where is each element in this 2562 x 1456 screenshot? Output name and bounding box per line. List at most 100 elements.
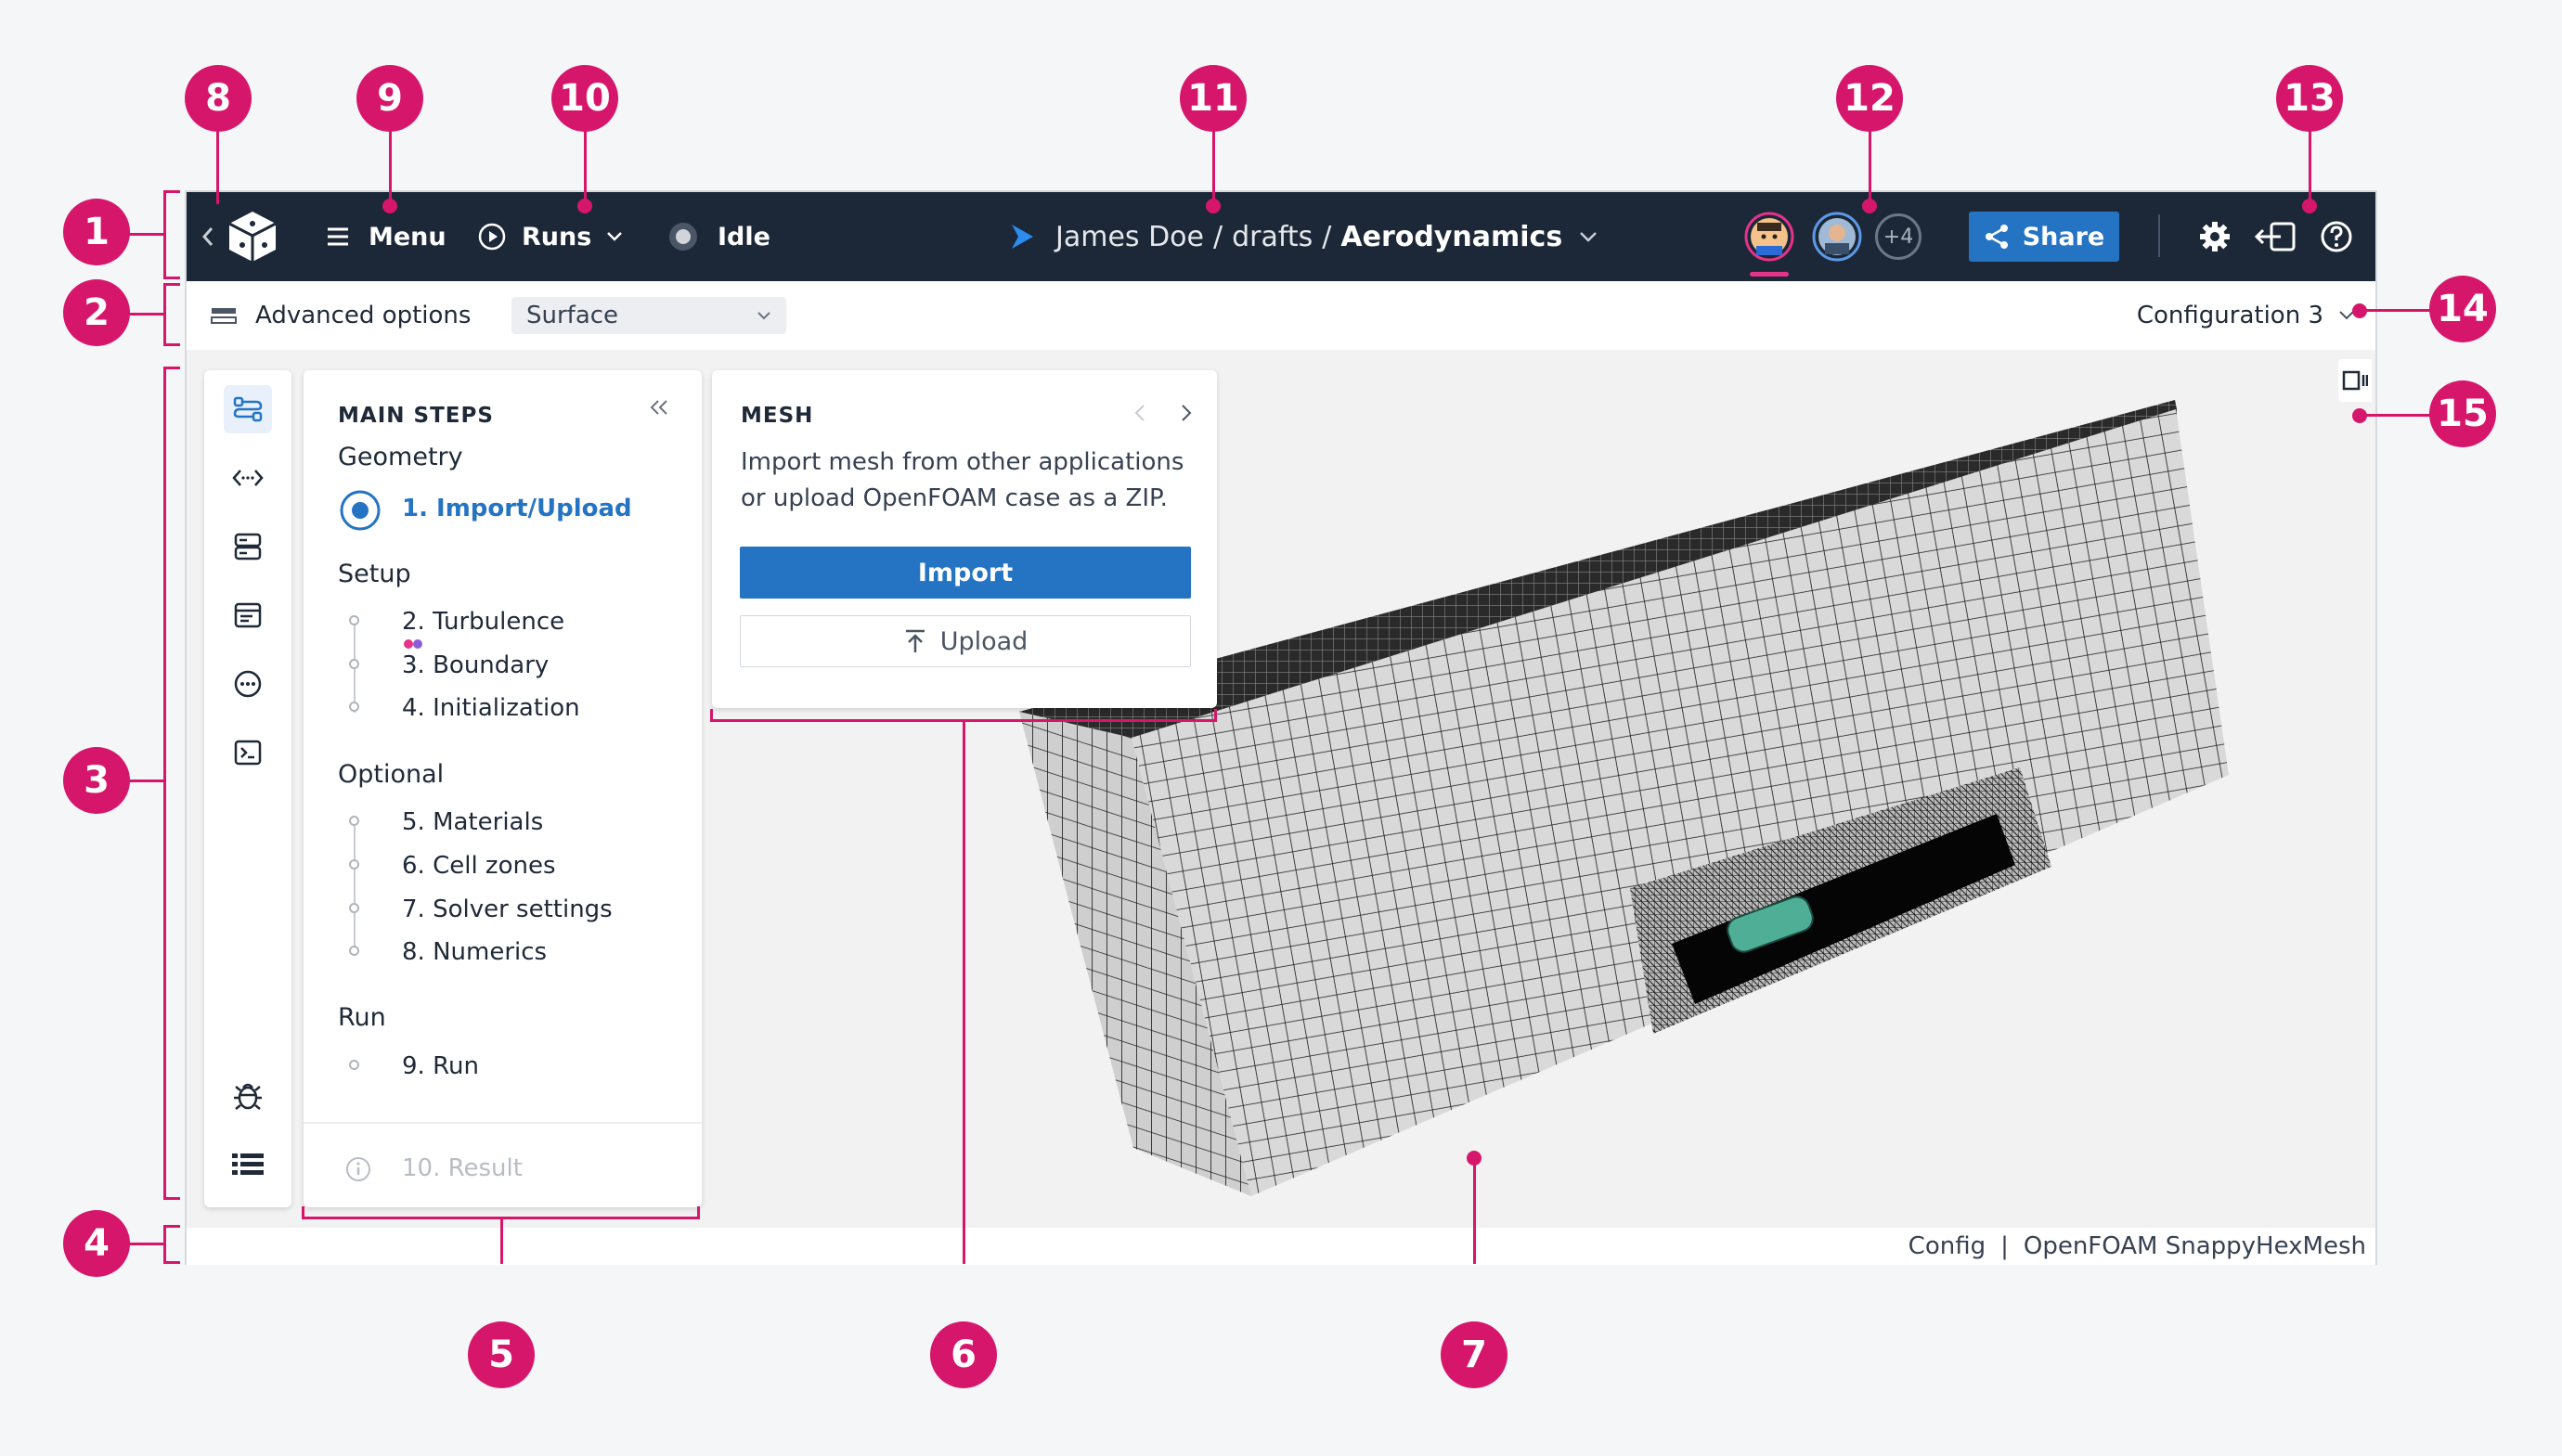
rail-sliders-button[interactable] xyxy=(224,660,272,708)
back-button[interactable] xyxy=(201,192,214,281)
status-separator: | xyxy=(2000,1232,2009,1260)
marker-dot-10 xyxy=(577,199,592,213)
step-boundary[interactable]: 3. Boundary xyxy=(402,651,549,679)
more-users-badge[interactable]: +4 xyxy=(1875,192,1922,281)
help-button[interactable] xyxy=(2320,192,2353,281)
top-bar: Menu Runs Idle James Doe / drafts / Aero… xyxy=(187,192,2375,281)
callout-9: 9 xyxy=(356,65,423,132)
menu-label: Menu xyxy=(369,222,446,251)
status-config[interactable]: Config xyxy=(1909,1232,1986,1260)
step-dot xyxy=(349,615,359,625)
status-dot-icon xyxy=(669,223,697,251)
bracket-6 xyxy=(710,709,713,722)
info-icon xyxy=(346,1157,370,1181)
step-turbulence[interactable]: 2. Turbulence xyxy=(402,608,564,636)
bracket-2 xyxy=(163,283,180,286)
rail-debug-button[interactable] xyxy=(224,1072,272,1120)
connector-15 xyxy=(2362,414,2432,417)
status-bar: Config | OpenFOAM SnappyHexMesh xyxy=(187,1228,2375,1265)
upload-button[interactable]: Upload xyxy=(740,615,1191,667)
step-result: 10. Result xyxy=(402,1154,523,1182)
play-circle-icon xyxy=(478,223,506,251)
connector-13 xyxy=(2309,130,2311,204)
arrow-icon xyxy=(1012,225,1033,249)
exit-button[interactable] xyxy=(2253,192,2297,281)
breadcrumb-project: Aerodynamics xyxy=(1340,220,1563,253)
user-avatar-2[interactable] xyxy=(1812,192,1862,281)
connector-11 xyxy=(1212,130,1215,204)
bracket-1 xyxy=(163,190,180,193)
connector-5 xyxy=(500,1219,503,1264)
runs-button[interactable]: Runs xyxy=(477,192,623,281)
main-steps-panel: MAIN STEPS Geometry 1. Import/Upload Set… xyxy=(304,370,702,1207)
mesh-panel: MESH Import mesh from other applications… xyxy=(712,370,1217,708)
rail-list-button[interactable] xyxy=(224,1140,272,1189)
rail-window-button[interactable] xyxy=(224,591,272,639)
callout-5: 5 xyxy=(468,1321,535,1388)
advanced-options-button[interactable]: Advanced options xyxy=(211,281,471,350)
rail-server-button[interactable] xyxy=(224,522,272,571)
runs-label: Runs xyxy=(522,222,592,251)
rail-flow-button[interactable] xyxy=(224,385,272,433)
connector-9 xyxy=(389,130,392,204)
options-bar: Advanced options Surface Configuration 3 xyxy=(187,281,2375,351)
more-users-count: +4 xyxy=(1875,213,1922,260)
settings-button[interactable] xyxy=(2199,192,2231,281)
import-button[interactable]: Import xyxy=(740,547,1191,599)
split-view-button[interactable] xyxy=(2338,359,2372,402)
section-run: Run xyxy=(338,1003,386,1032)
breadcrumb-owner: James Doe xyxy=(1055,220,1204,253)
user-avatar-1[interactable] xyxy=(1744,192,1794,281)
step-cell-zones[interactable]: 6. Cell zones xyxy=(402,852,556,880)
callout-2: 2 xyxy=(63,279,130,346)
divider xyxy=(2158,214,2160,257)
surface-select[interactable]: Surface xyxy=(511,281,786,350)
step-dot xyxy=(349,816,359,826)
step-initialization[interactable]: 4. Initialization xyxy=(402,694,580,722)
step-dot xyxy=(349,903,359,913)
step-import-radio[interactable] xyxy=(339,489,382,535)
share-button[interactable]: Share xyxy=(1969,192,2119,281)
step-dot xyxy=(349,859,359,870)
callout-15: 15 xyxy=(2429,380,2496,447)
chevron-down-icon xyxy=(757,312,770,320)
hamburger-icon xyxy=(328,227,348,246)
split-view-icon xyxy=(2342,370,2368,391)
mesh-next-button[interactable] xyxy=(1181,404,1192,426)
list-icon xyxy=(232,1153,264,1175)
step-run[interactable]: 9. Run xyxy=(402,1052,479,1080)
bracket-3 xyxy=(163,1197,180,1200)
breadcrumb-folder: drafts xyxy=(1232,220,1313,253)
result-info xyxy=(344,1155,372,1187)
help-icon xyxy=(2321,221,2352,252)
status-solver[interactable]: OpenFOAM SnappyHexMesh xyxy=(2024,1232,2366,1260)
run-status: Idle xyxy=(667,192,770,281)
step-numerics[interactable]: 8. Numerics xyxy=(402,938,547,966)
rail-code-button[interactable] xyxy=(224,454,272,502)
rail-terminal-button[interactable] xyxy=(224,728,272,777)
connector-14 xyxy=(2362,309,2432,312)
step-solver-settings[interactable]: 7. Solver settings xyxy=(402,896,613,923)
status-label: Idle xyxy=(718,222,770,251)
breadcrumb-sep-1: / xyxy=(1213,220,1223,253)
step-import-upload[interactable]: 1. Import/Upload xyxy=(402,495,632,522)
collapse-panel-button[interactable] xyxy=(649,398,669,420)
app-logo[interactable] xyxy=(224,192,281,281)
configuration-select[interactable]: Configuration 3 xyxy=(2137,281,2355,350)
bracket-4 xyxy=(163,1225,180,1228)
mesh-title: MESH xyxy=(741,404,814,428)
terminal-icon xyxy=(234,740,262,766)
steps-title: MAIN STEPS xyxy=(338,404,494,428)
marker-dot-11 xyxy=(1206,199,1221,213)
cursor-marker xyxy=(413,639,422,649)
chevron-down-icon xyxy=(1580,232,1598,242)
step-materials[interactable]: 5. Materials xyxy=(402,808,543,836)
bracket-4 xyxy=(163,1225,166,1264)
bracket-1 xyxy=(163,190,166,279)
app-window: Menu Runs Idle James Doe / drafts / Aero… xyxy=(185,190,2377,1265)
callout-10: 10 xyxy=(551,65,618,132)
marker-dot-9 xyxy=(382,199,397,213)
project-breadcrumb[interactable]: James Doe / drafts / Aerodynamics xyxy=(1009,192,1598,281)
marker-dot-7 xyxy=(1467,1151,1482,1166)
mesh-prev-button[interactable] xyxy=(1134,404,1145,426)
